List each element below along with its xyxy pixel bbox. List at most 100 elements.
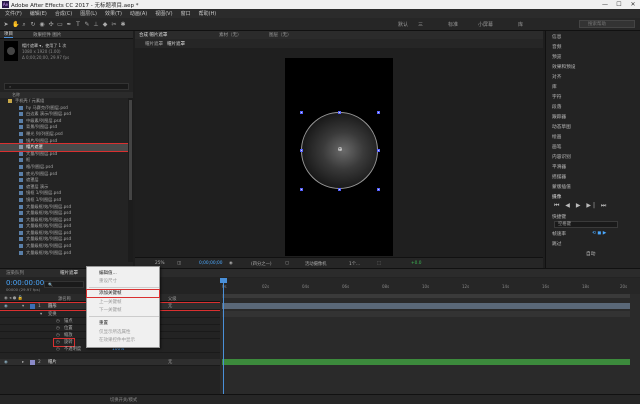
- menu-item-add-keyframe[interactable]: 添加关键帧: [86, 289, 160, 298]
- tab-project[interactable]: 项目: [4, 31, 13, 38]
- expand-chevron-icon[interactable]: ▾: [22, 303, 24, 310]
- stopwatch-icon[interactable]: ◷: [56, 346, 60, 353]
- selection-tool-icon[interactable]: ➤: [3, 21, 9, 28]
- panel-library[interactable]: 库: [552, 84, 557, 90]
- panel-info[interactable]: 信息: [552, 34, 561, 40]
- column-source-name[interactable]: 源名称: [58, 296, 71, 302]
- menu-effect[interactable]: 效果(T): [105, 10, 122, 17]
- project-item[interactable]: 底光/列图层.psd: [0, 171, 128, 178]
- panel-smoother[interactable]: 平滑器: [552, 164, 566, 170]
- project-item[interactable]: 大量/列图层.psd: [0, 151, 128, 158]
- zoom-tool-icon[interactable]: ⌕: [21, 21, 27, 28]
- project-scrollbar[interactable]: [128, 98, 133, 262]
- pan-behind-tool-icon[interactable]: ✣: [48, 21, 54, 28]
- transform-handle[interactable]: [300, 111, 303, 114]
- workspace-more[interactable]: 三: [418, 21, 423, 28]
- viewer-timecode[interactable]: 0;00;00;00: [199, 261, 222, 266]
- rotate-tool-icon[interactable]: ↻: [30, 21, 36, 28]
- project-item[interactable]: 大量级框/效/列图层.psd: [0, 243, 128, 250]
- close-button[interactable]: ✕: [626, 0, 640, 9]
- project-item[interactable]: 镜框 1/列图层.psd: [0, 190, 128, 197]
- breadcrumb-comp-2[interactable]: 帽片遮罩: [167, 41, 185, 47]
- tab-footage[interactable]: 素材（无）: [219, 32, 242, 38]
- menu-item-reset-size[interactable]: 重设尺寸: [99, 278, 117, 284]
- project-item[interactable]: 格/列图层.psd: [0, 164, 128, 171]
- transform-handle[interactable]: [377, 149, 380, 152]
- tab-effect-controls[interactable]: 效果控件 图片: [33, 32, 61, 38]
- project-item[interactable]: 框: [0, 157, 128, 164]
- menu-item-reveal-effect-controls[interactable]: 在效果控件中显示: [99, 337, 135, 343]
- time-ruler[interactable]: 0s 02s 04s 06s 08s 10s 12s 14s 16s 18s 2…: [220, 278, 640, 294]
- project-item[interactable]: 中级素/列图层.psd: [0, 118, 128, 125]
- search-help-input[interactable]: 搜索帮助: [579, 20, 635, 28]
- project-item[interactable]: 手机壳 / 元素组: [0, 98, 128, 105]
- stopwatch-icon[interactable]: ◷: [56, 318, 60, 325]
- current-time-indicator[interactable]: [220, 278, 227, 404]
- menu-help[interactable]: 帮助(H): [199, 10, 217, 17]
- menu-item-prev-keyframe[interactable]: 上一关键帧: [99, 299, 122, 305]
- shortcut-dropdown[interactable]: 空格键: [554, 221, 618, 228]
- stopwatch-icon[interactable]: ◷: [56, 325, 60, 332]
- transform-handle[interactable]: [338, 188, 341, 191]
- resolution-value[interactable]: 自动: [586, 251, 595, 257]
- expand-chevron-icon[interactable]: ▸: [22, 359, 24, 366]
- panel-paint[interactable]: 绘画: [552, 134, 561, 140]
- menu-item-reset[interactable]: 重置: [99, 320, 108, 326]
- fast-preview-icon[interactable]: ⬚: [377, 261, 381, 266]
- timeline-search-input[interactable]: 🔍: [44, 281, 84, 288]
- playback-controls[interactable]: ⏮ ◀ ▶ ▶| ⏭: [554, 202, 608, 210]
- project-item[interactable]: 白边素 演示/列图层.psd: [0, 111, 128, 118]
- snapshot-icon[interactable]: ◉: [229, 261, 233, 266]
- work-area-bar[interactable]: [222, 294, 630, 298]
- property-rotation[interactable]: ◷ 旋转: [53, 338, 75, 347]
- project-item[interactable]: 背景/列图层.psd: [0, 124, 128, 131]
- transform-handle[interactable]: [300, 188, 303, 191]
- minimize-button[interactable]: —: [598, 0, 612, 9]
- puppet-tool-icon[interactable]: ✱: [120, 21, 126, 28]
- panel-preview-header[interactable]: 摄像: [552, 194, 561, 200]
- resolution-dropdown[interactable]: (四分之一): [251, 261, 272, 267]
- panel-content-aware[interactable]: 内容识别: [552, 154, 571, 160]
- project-item[interactable]: 帽片遮罩: [0, 143, 129, 152]
- panel-effects-presets[interactable]: 效果和预设: [552, 64, 575, 70]
- menu-view[interactable]: 视图(V): [155, 10, 172, 17]
- tab-render-queue[interactable]: 渲染队列: [6, 270, 24, 276]
- maximize-button[interactable]: ☐: [612, 0, 626, 9]
- menu-animation[interactable]: 动画(A): [130, 10, 147, 17]
- brush-tool-icon[interactable]: ✎: [84, 21, 90, 28]
- project-item[interactable]: 遮罩层: [0, 177, 128, 184]
- exposure-value[interactable]: +0.0: [411, 261, 421, 266]
- project-item[interactable]: 镜框 1/列图层.psd: [0, 197, 128, 204]
- tab-timeline-comp[interactable]: 帽片遮罩: [60, 270, 78, 276]
- project-item[interactable]: 曝光 列/列图层.psd: [0, 131, 128, 138]
- panel-brushes[interactable]: 画笔: [552, 144, 561, 150]
- panel-mask-interpolation[interactable]: 蒙版插值: [552, 184, 571, 190]
- panel-motion-sketch[interactable]: 动态草图: [552, 124, 571, 130]
- av-switches-icon[interactable]: ◉ ◂ ● 🔒: [4, 296, 23, 301]
- layer-name[interactable]: 圆形: [48, 303, 57, 310]
- menu-item-edit-value[interactable]: 编辑值...: [99, 270, 117, 276]
- label-color-icon[interactable]: [30, 304, 35, 309]
- panel-align[interactable]: 对齐: [552, 74, 561, 80]
- eraser-tool-icon[interactable]: ◆: [102, 21, 108, 28]
- anchor-point-icon[interactable]: ⊕: [337, 147, 343, 153]
- tab-layer[interactable]: 图层（无）: [269, 32, 292, 38]
- clone-tool-icon[interactable]: ⊥: [93, 21, 99, 28]
- layer-2-duration-bar[interactable]: [222, 359, 630, 365]
- visibility-icon[interactable]: ◉: [4, 359, 8, 366]
- camera-dropdown[interactable]: 活动摄像机: [305, 261, 326, 267]
- composition-canvas[interactable]: ⊕: [285, 58, 393, 256]
- layer-parent[interactable]: 无: [168, 359, 172, 366]
- pen-tool-icon[interactable]: ✒: [66, 21, 72, 28]
- type-tool-icon[interactable]: T: [75, 21, 81, 28]
- region-of-interest-icon[interactable]: ▢: [285, 261, 289, 266]
- menu-edit[interactable]: 编辑(E): [30, 10, 47, 17]
- layer-1-duration-bar[interactable]: [222, 303, 630, 309]
- tab-composition[interactable]: 合成 帽片遮罩: [139, 32, 167, 38]
- menu-file[interactable]: 文件(F): [5, 10, 22, 17]
- hand-tool-icon[interactable]: ✋: [12, 21, 19, 28]
- menu-layer[interactable]: 图层(L): [80, 10, 97, 17]
- panel-paragraph[interactable]: 段落: [552, 104, 561, 110]
- layer-name[interactable]: 帽片: [48, 359, 57, 366]
- project-item[interactable]: 遮罩层 演示: [0, 184, 128, 191]
